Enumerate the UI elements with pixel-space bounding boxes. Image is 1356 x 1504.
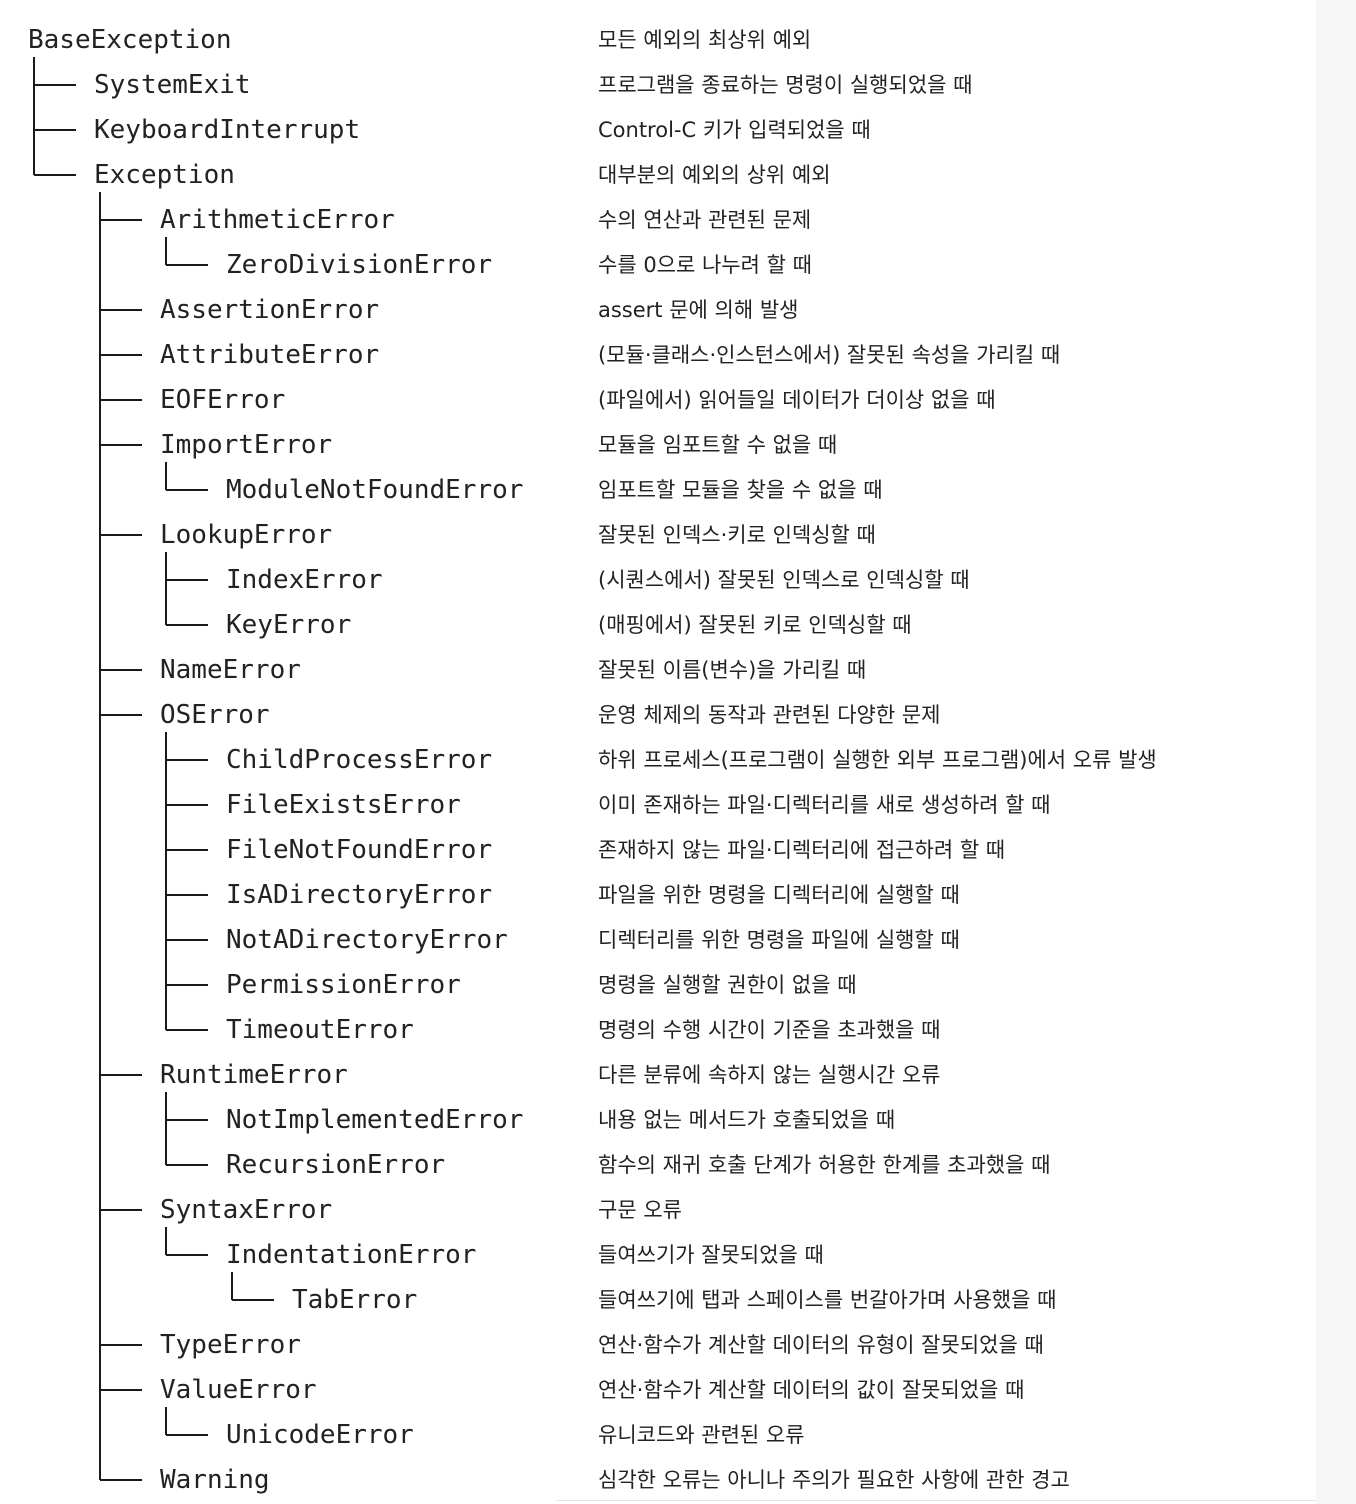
exception-name: Exception <box>94 160 235 190</box>
exception-description: (파일에서) 읽어들일 데이터가 더이상 없을 때 <box>598 388 996 412</box>
exception-name: FileExistsError <box>226 790 461 820</box>
exception-description: 명령을 실행할 권한이 없을 때 <box>598 973 857 997</box>
exception-name: FileNotFoundError <box>226 835 493 865</box>
exception-name: ModuleNotFoundError <box>226 475 524 505</box>
exception-name: PermissionError <box>226 970 461 1000</box>
exception-description: 구문 오류 <box>598 1198 682 1222</box>
exception-name: EOFError <box>160 385 286 415</box>
exception-name: ArithmeticError <box>160 205 395 235</box>
exception-description: 모듈을 임포트할 수 없을 때 <box>598 433 838 457</box>
exception-name: KeyError <box>226 610 352 640</box>
exception-name: KeyboardInterrupt <box>94 115 361 145</box>
exception-description: 잘못된 이름(변수)을 가리킬 때 <box>598 658 867 682</box>
exception-description: 프로그램을 종료하는 명령이 실행되었을 때 <box>598 73 973 97</box>
exception-description: Control-C 키가 입력되었을 때 <box>598 118 871 142</box>
exception-name: ChildProcessError <box>226 745 493 775</box>
exception-description: 유니코드와 관련된 오류 <box>598 1423 805 1447</box>
exception-description: (시퀀스에서) 잘못된 인덱스로 인덱싱할 때 <box>598 568 970 592</box>
exception-name: UnicodeError <box>226 1420 414 1450</box>
exception-description: 임포트할 모듈을 찾을 수 없을 때 <box>598 478 883 502</box>
exception-name: Warning <box>160 1465 270 1495</box>
exception-description: 들여쓰기가 잘못되었을 때 <box>598 1243 824 1267</box>
exception-name: BaseException <box>28 25 232 55</box>
exception-name: AttributeError <box>160 340 380 370</box>
exception-name: IsADirectoryError <box>226 880 493 910</box>
exception-description: 모든 예외의 최상위 예외 <box>598 28 812 52</box>
exception-name: TabError <box>292 1285 418 1315</box>
exception-description: 심각한 오류는 아니나 주의가 필요한 사항에 관한 경고 <box>598 1468 1070 1492</box>
exception-name: RecursionError <box>226 1150 446 1180</box>
exception-description: 잘못된 인덱스·키로 인덱싱할 때 <box>598 523 876 547</box>
exception-name: AssertionError <box>160 295 380 325</box>
exception-description: 파일을 위한 명령을 디렉터리에 실행할 때 <box>598 883 960 907</box>
exception-name: SyntaxError <box>160 1195 333 1225</box>
exception-name: ImportError <box>160 430 333 460</box>
exception-description: 디렉터리를 위한 명령을 파일에 실행할 때 <box>598 928 960 952</box>
exception-name: ValueError <box>160 1375 317 1405</box>
exception-name: ZeroDivisionError <box>226 250 493 280</box>
exception-description: 대부분의 예외의 상위 예외 <box>598 163 831 187</box>
exception-description: 수의 연산과 관련된 문제 <box>598 208 812 232</box>
exception-name: NameError <box>160 655 301 685</box>
exception-description: 다른 분류에 속하지 않는 실행시간 오류 <box>598 1063 941 1087</box>
exception-name: RuntimeError <box>160 1060 348 1090</box>
exception-description: 존재하지 않는 파일·디렉터리에 접근하려 할 때 <box>598 838 1006 862</box>
exception-name: LookupError <box>160 520 333 550</box>
exception-name: TypeError <box>160 1330 301 1360</box>
exception-name: NotADirectoryError <box>226 925 508 955</box>
exception-description: assert 문에 의해 발생 <box>598 298 799 322</box>
exception-name: OSError <box>160 700 270 730</box>
exception-name: IndentationError <box>226 1240 477 1270</box>
exception-description: (모듈·클래스·인스턴스에서) 잘못된 속성을 가리킬 때 <box>598 343 1061 367</box>
exception-name: TimeoutError <box>226 1015 414 1045</box>
exception-description: 들여쓰기에 탭과 스페이스를 번갈아가며 사용했을 때 <box>598 1288 1057 1312</box>
exception-description: 내용 없는 메서드가 호출되었을 때 <box>598 1108 896 1132</box>
exception-name: SystemExit <box>94 70 251 100</box>
exception-description: 이미 존재하는 파일·디렉터리를 새로 생성하려 할 때 <box>598 793 1051 817</box>
exception-name: NotImplementedError <box>226 1105 524 1135</box>
exception-description: (매핑에서) 잘못된 키로 인덱싱할 때 <box>598 613 912 637</box>
exception-description: 함수의 재귀 호출 단계가 허용한 한계를 초과했을 때 <box>598 1153 1051 1177</box>
exception-description: 수를 0으로 나누려 할 때 <box>598 253 812 277</box>
exception-description: 연산·함수가 계산할 데이터의 값이 잘못되었을 때 <box>598 1378 1025 1402</box>
exception-name: IndexError <box>226 565 383 595</box>
exception-description: 명령의 수행 시간이 기준을 초과했을 때 <box>598 1018 941 1042</box>
exception-description: 운영 체제의 동작과 관련된 다양한 문제 <box>598 703 941 727</box>
exception-description: 연산·함수가 계산할 데이터의 유형이 잘못되었을 때 <box>598 1333 1044 1357</box>
exception-description: 하위 프로세스(프로그램이 실행한 외부 프로그램)에서 오류 발생 <box>598 748 1157 772</box>
